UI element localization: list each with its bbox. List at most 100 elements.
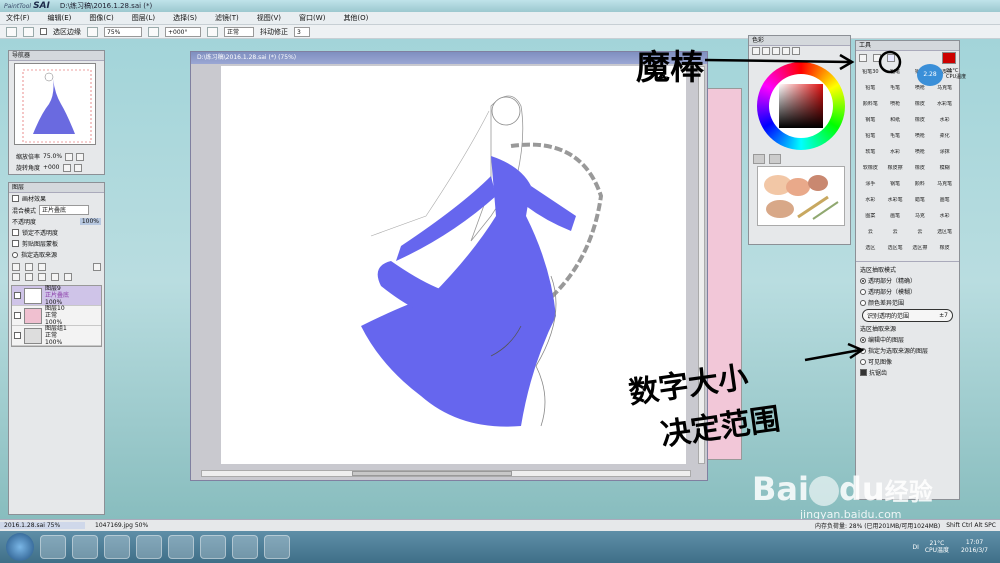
tool-button[interactable]: 毛笔 [884, 84, 907, 98]
tool-button[interactable]: 马克 [909, 212, 932, 226]
taskbar-app-icon[interactable] [264, 535, 290, 559]
new-linework-icon[interactable] [25, 263, 33, 271]
tool-button[interactable]: 选区 [859, 244, 882, 258]
tool-button[interactable]: 喷枪 [909, 132, 932, 146]
rotate-value[interactable]: +000 [43, 164, 59, 171]
stabilizer-field[interactable]: 3 [294, 26, 310, 37]
tool-button[interactable]: 图案 [859, 212, 882, 226]
tool-button[interactable]: 涂抹 [933, 148, 956, 162]
tool-button[interactable]: 云 [859, 228, 882, 242]
tool-button[interactable]: 橡皮 [933, 244, 956, 258]
taskbar-app-icon[interactable] [168, 535, 194, 559]
ref-row[interactable]: 指定选取来源 [9, 249, 104, 260]
deselect-button[interactable] [6, 26, 17, 37]
tool-button[interactable]: 橡皮 [909, 164, 932, 178]
new-layer-icon[interactable] [12, 263, 20, 271]
temp-gauge-widget[interactable]: 2.28 [917, 64, 943, 86]
eye-icon[interactable] [14, 312, 21, 319]
taskbar-app-icon[interactable] [40, 535, 66, 559]
menu-edit[interactable]: 编辑(E) [48, 13, 72, 23]
tool-button[interactable]: 喷枪 [909, 148, 932, 162]
navigator-thumbnail[interactable] [14, 63, 96, 145]
layer-item[interactable]: 图层10 正常 100% [12, 305, 101, 326]
drawing-canvas[interactable] [221, 66, 686, 464]
tool-button[interactable]: 钢笔 [859, 116, 882, 130]
prev-color-button[interactable] [753, 154, 765, 164]
ime-indicator[interactable]: DI [912, 544, 918, 551]
layer-item[interactable]: 图层9 正片叠底 100% [12, 285, 101, 306]
tool-button[interactable]: 水彩 [884, 148, 907, 162]
texture-effect-row[interactable]: 画材效果 [9, 193, 104, 204]
tool-button[interactable]: 画笔 [884, 212, 907, 226]
tool-button[interactable]: 毛笔 [884, 132, 907, 146]
tool-button[interactable]: 选区笔 [884, 244, 907, 258]
lock-opacity-checkbox[interactable] [12, 229, 19, 236]
next-color-button[interactable] [769, 154, 781, 164]
doc-tab-2[interactable]: 1047169.jpg 50% [85, 522, 165, 529]
menu-file[interactable]: 文件(F) [6, 13, 30, 23]
taskbar-app-icon[interactable] [232, 535, 258, 559]
tool-button[interactable]: 颜料笔 [859, 100, 882, 114]
tool-button[interactable]: 水彩 [859, 196, 882, 210]
layer-item[interactable]: 图层组1 正常 100% [12, 325, 101, 346]
select-mode-option[interactable]: 透明部分（模糊） [856, 286, 959, 297]
zoom-value[interactable]: 75.0% [43, 153, 62, 160]
blend-select[interactable]: 正常 [224, 26, 254, 37]
tool-button[interactable]: 橡皮 [909, 100, 932, 114]
layer-menu-icon[interactable] [93, 263, 101, 271]
transfer-icon[interactable] [25, 273, 33, 281]
select-mode-option[interactable]: 颜色差异范围 [856, 297, 959, 308]
eye-icon[interactable] [14, 292, 21, 299]
tool-button[interactable]: 选区擦 [909, 244, 932, 258]
clip-mask-checkbox[interactable] [12, 240, 19, 247]
tool-button[interactable]: 和纸 [884, 116, 907, 130]
doc-tab-1[interactable]: 2016.1.28.sai 75% [0, 522, 85, 529]
tool-button[interactable]: 钢笔 [884, 180, 907, 194]
tool-button[interactable]: 云 [909, 228, 932, 242]
zoom-in-button[interactable] [148, 26, 159, 37]
mask-icon[interactable] [64, 273, 72, 281]
tool-button[interactable]: 水彩笔 [884, 196, 907, 210]
tool-button[interactable]: 橡皮 [909, 116, 932, 130]
tool-button[interactable]: 喷枪 [884, 100, 907, 114]
new-folder-icon[interactable] [38, 263, 46, 271]
tool-button[interactable]: 马克笔 [933, 84, 956, 98]
tool-button[interactable]: 马克笔 [933, 180, 956, 194]
menu-select[interactable]: 选择(S) [173, 13, 197, 23]
tool-button[interactable]: 水彩 [933, 212, 956, 226]
rotate-left-button[interactable] [62, 163, 71, 172]
tool-button[interactable]: 画笔 [933, 196, 956, 210]
blend-mode-select[interactable]: 正片叠底 [39, 205, 90, 215]
menu-view[interactable]: 视图(V) [257, 13, 281, 23]
tool-button[interactable]: 软笔 [859, 148, 882, 162]
tool-button[interactable]: 模糊 [933, 164, 956, 178]
tool-button[interactable]: 蜡笔 [909, 196, 932, 210]
tool-button[interactable]: 橡皮擦 [884, 164, 907, 178]
zoom-plus-button[interactable] [76, 152, 85, 161]
menu-layer[interactable]: 图层(L) [132, 13, 155, 23]
select-mode-option[interactable]: 透明部分（精确） [856, 275, 959, 286]
menu-window[interactable]: 窗口(W) [299, 13, 325, 23]
tool-button[interactable]: 颜料 [909, 180, 932, 194]
menu-other[interactable]: 其他(O) [343, 13, 368, 23]
clear-icon[interactable] [38, 273, 46, 281]
zoom-field[interactable]: 75% [104, 26, 142, 37]
tool-button[interactable]: 铅笔 [859, 84, 882, 98]
menu-filter[interactable]: 滤镜(T) [215, 13, 239, 23]
saturation-value-square[interactable] [779, 84, 823, 128]
clip-row[interactable]: 剪贴图层蒙板 [9, 238, 104, 249]
menu-image[interactable]: 图像(C) [89, 13, 113, 23]
rotate-right-button[interactable] [73, 163, 82, 172]
select-all-button[interactable] [23, 26, 34, 37]
selection-edge-checkbox[interactable] [40, 28, 47, 35]
taskbar-app-icon[interactable] [72, 535, 98, 559]
taskbar-app-icon[interactable] [200, 535, 226, 559]
tool-button[interactable]: 铅笔 [859, 132, 882, 146]
trash-icon[interactable] [51, 273, 59, 281]
scratchpad[interactable] [757, 166, 845, 226]
eye-icon[interactable] [14, 332, 21, 339]
scroll-thumb[interactable] [352, 471, 512, 476]
zoom-minus-button[interactable] [65, 152, 74, 161]
rotate-reset-button[interactable] [207, 26, 218, 37]
zoom-out-button[interactable] [87, 26, 98, 37]
